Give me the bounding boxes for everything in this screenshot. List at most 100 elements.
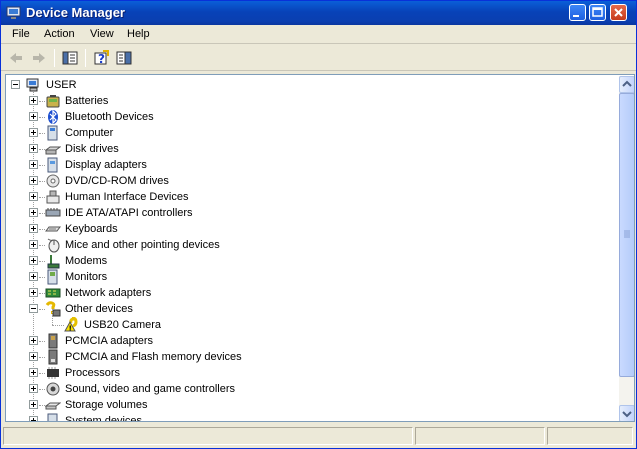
expand-toggle-icon[interactable] — [29, 176, 38, 185]
expand-toggle-icon[interactable] — [29, 416, 38, 421]
tree-item[interactable]: IDE ATA/ATAPI controllers — [6, 205, 606, 221]
menu-action[interactable]: Action — [39, 27, 80, 41]
tree-item-label[interactable]: Sound, video and game controllers — [65, 381, 235, 397]
tree-child-item[interactable]: ! USB20 Camera — [6, 309, 606, 333]
plus-icon — [31, 114, 36, 119]
menu-view[interactable]: View — [85, 27, 119, 41]
expand-toggle-icon[interactable] — [29, 192, 38, 201]
plus-icon — [31, 290, 36, 295]
expand-toggle-icon[interactable] — [29, 288, 38, 297]
collapse-toggle-icon[interactable] — [11, 80, 20, 89]
forward-button[interactable] — [28, 48, 50, 68]
expand-toggle-icon[interactable] — [29, 272, 38, 281]
tree-connector — [52, 309, 53, 325]
tree-item-label[interactable]: Monitors — [65, 269, 107, 285]
tree-item[interactable]: Computer — [6, 125, 606, 141]
vertical-scrollbar[interactable] — [619, 76, 634, 421]
scroll-up-button[interactable] — [619, 76, 634, 93]
tree-item[interactable]: DVD/CD-ROM drives — [6, 173, 606, 189]
tree-item[interactable]: PCMCIA and Flash memory devices — [6, 349, 606, 365]
menu-file[interactable]: File — [7, 27, 35, 41]
tree-item[interactable]: Sound, video and game controllers — [6, 381, 606, 397]
storage-volume-icon — [45, 402, 61, 410]
tree-root[interactable]: USER — [6, 77, 606, 93]
tree-item-label[interactable]: Computer — [65, 125, 113, 141]
expand-toggle-icon[interactable] — [29, 368, 38, 377]
minimize-button[interactable] — [569, 4, 586, 21]
plus-icon — [31, 178, 36, 183]
tree-item-label[interactable]: IDE ATA/ATAPI controllers — [65, 205, 193, 221]
menu-help[interactable]: Help — [122, 27, 155, 41]
tree-item-label[interactable]: Disk drives — [65, 141, 119, 157]
tree-item-label[interactable]: Bluetooth Devices — [65, 109, 154, 125]
expand-toggle-icon[interactable] — [29, 256, 38, 265]
tree-item-label[interactable]: PCMCIA adapters — [65, 333, 153, 349]
tree-root-label[interactable]: USER — [46, 77, 77, 93]
tree-item-label[interactable]: Network adapters — [65, 285, 151, 301]
collapse-toggle-icon[interactable] — [29, 304, 38, 313]
tree-item-label[interactable]: Display adapters — [65, 157, 147, 173]
bluetooth-icon — [48, 109, 58, 125]
tree-item-label[interactable]: Modems — [65, 253, 107, 269]
title-bar[interactable]: Device Manager — [1, 1, 636, 25]
tree-item[interactable]: Human Interface Devices — [6, 189, 606, 205]
back-button[interactable] — [5, 48, 27, 68]
tree-item[interactable]: Disk drives — [6, 141, 606, 157]
plus-icon — [31, 402, 36, 407]
tree-item[interactable]: Bluetooth Devices — [6, 109, 606, 125]
processor-icon — [47, 367, 59, 379]
tree-item-label[interactable]: DVD/CD-ROM drives — [65, 173, 169, 189]
help-button[interactable]: ? — [90, 48, 112, 68]
tree-item[interactable]: Network adapters — [6, 285, 606, 301]
tree-item-label[interactable]: Mice and other pointing devices — [65, 237, 220, 253]
expand-toggle-icon[interactable] — [29, 240, 38, 249]
tree-item[interactable]: Other devices — [6, 301, 606, 317]
tree-item[interactable]: Storage volumes — [6, 397, 606, 413]
warning-device-icon: ! — [64, 317, 78, 332]
expand-toggle-icon[interactable] — [29, 224, 38, 233]
tree-item-label[interactable]: System devices — [65, 413, 142, 421]
device-tree[interactable]: USER Batteries Bluetooth Devices Computer Di… — [5, 74, 635, 422]
expand-toggle-icon[interactable] — [29, 400, 38, 409]
expand-toggle-icon[interactable] — [29, 112, 38, 121]
scroll-down-button[interactable] — [619, 405, 634, 421]
tree-item[interactable]: Processors — [6, 365, 606, 381]
dvd-drive-icon — [46, 174, 60, 188]
tree-item-label[interactable]: Keyboards — [65, 221, 118, 237]
tree-item[interactable]: Modems — [6, 253, 606, 269]
tree-item-label[interactable]: Processors — [65, 365, 120, 381]
expand-toggle-icon[interactable] — [29, 128, 38, 137]
maximize-button[interactable] — [589, 4, 606, 21]
tree-item[interactable]: Keyboards — [6, 221, 606, 237]
window-title: Device Manager — [26, 5, 125, 20]
expand-toggle-icon[interactable] — [29, 352, 38, 361]
plus-icon — [31, 354, 36, 359]
close-button[interactable] — [610, 4, 627, 21]
plus-icon — [31, 386, 36, 391]
tree-item-label[interactable]: Human Interface Devices — [65, 189, 189, 205]
scroll-thumb[interactable] — [619, 93, 634, 377]
tree-item[interactable]: Display adapters — [6, 157, 606, 173]
mouse-icon — [47, 238, 60, 253]
tree-item-label[interactable]: Other devices — [65, 301, 133, 317]
tree-item[interactable]: Batteries — [6, 93, 606, 109]
status-cell-3 — [547, 427, 633, 445]
expand-toggle-icon[interactable] — [29, 208, 38, 217]
properties-button[interactable] — [113, 48, 135, 68]
expand-toggle-icon[interactable] — [29, 160, 38, 169]
tree-item[interactable]: PCMCIA adapters — [6, 333, 606, 349]
tree-item[interactable]: Mice and other pointing devices — [6, 237, 606, 253]
expand-toggle-icon[interactable] — [29, 144, 38, 153]
expand-toggle-icon[interactable] — [29, 336, 38, 345]
show-hide-tree-button[interactable] — [59, 48, 81, 68]
tree-item-label[interactable]: Batteries — [65, 93, 108, 109]
tree-item-label[interactable]: PCMCIA and Flash memory devices — [65, 349, 242, 365]
tree-item[interactable]: System devices — [6, 413, 606, 421]
expand-toggle-icon[interactable] — [29, 384, 38, 393]
plus-icon — [31, 226, 36, 231]
plus-icon — [31, 194, 36, 199]
expand-toggle-icon[interactable] — [29, 96, 38, 105]
tree-item[interactable]: Monitors — [6, 269, 606, 285]
tree-child-label[interactable]: USB20 Camera — [84, 317, 161, 333]
tree-item-label[interactable]: Storage volumes — [65, 397, 148, 413]
